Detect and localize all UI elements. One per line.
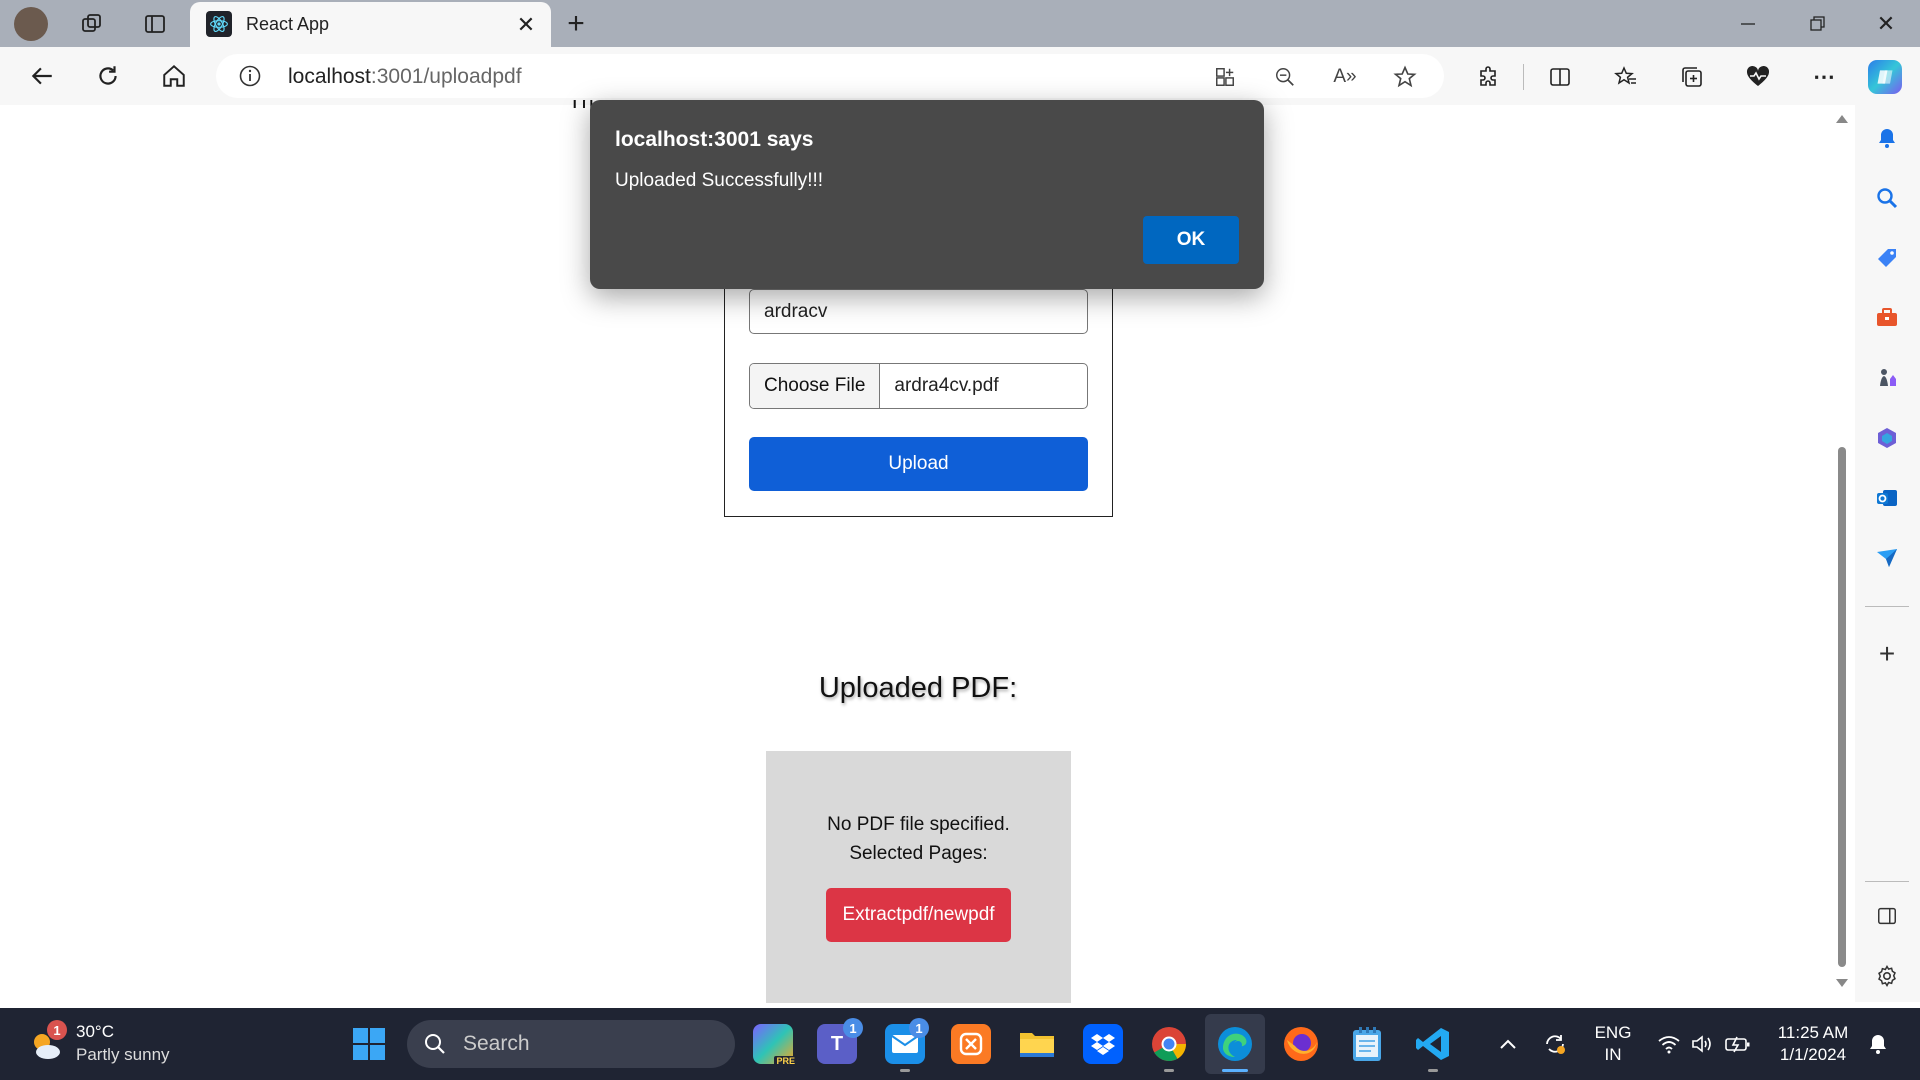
language-indicator[interactable]: ENG IN <box>1588 1022 1638 1066</box>
notification-center-bell-icon[interactable] <box>1864 1030 1892 1058</box>
tab-title: React App <box>246 14 330 34</box>
selected-file-name: ardra4cv.pdf <box>894 375 999 396</box>
shopping-tag-icon[interactable] <box>1872 243 1902 273</box>
close-tab-icon[interactable]: ✕ <box>514 12 538 37</box>
split-screen-icon[interactable] <box>1545 62 1575 92</box>
show-hidden-icons-chevron-icon[interactable] <box>1494 1030 1522 1058</box>
url-host: localhost <box>288 65 371 88</box>
sidebar-search-icon[interactable] <box>1872 183 1902 213</box>
vertical-tabs-icon[interactable] <box>139 8 171 40</box>
xampp-icon[interactable] <box>951 1024 991 1064</box>
read-aloud-icon[interactable]: A» <box>1332 64 1358 90</box>
selected-pages-label: Selected Pages: <box>849 843 988 864</box>
clock[interactable]: 11:25 AM 1/1/2024 <box>1770 1022 1856 1066</box>
new-tab-icon[interactable]: + <box>560 7 592 40</box>
scrollbar-thumb[interactable] <box>1838 447 1846 967</box>
clock-date: 1/1/2024 <box>1779 1045 1847 1064</box>
scroll-up-arrow-icon[interactable] <box>1834 112 1850 126</box>
wifi-icon[interactable] <box>1655 1030 1683 1058</box>
upload-button[interactable]: Upload <box>749 437 1088 491</box>
teams-badge: 1 <box>843 1018 863 1038</box>
zoom-out-icon[interactable] <box>1272 64 1298 90</box>
url-path: :3001/uploadpdf <box>370 65 522 88</box>
taskbar-search-box[interactable]: Search <box>407 1020 735 1068</box>
edge-running-indicator <box>1222 1069 1248 1072</box>
weather-widget[interactable]: 1 30°C Partly sunny <box>22 1018 182 1070</box>
notifications-bell-icon[interactable] <box>1872 123 1902 153</box>
vscode-icon[interactable] <box>1413 1024 1453 1064</box>
alert-message: Uploaded Successfully!!! <box>615 170 824 191</box>
alert-dialog: localhost:3001 says Uploaded Successfull… <box>590 100 1264 289</box>
volume-icon[interactable] <box>1689 1030 1717 1058</box>
taskbar-search-icon <box>423 1032 447 1056</box>
site-info-icon[interactable] <box>238 64 262 88</box>
windows-start-icon[interactable] <box>349 1024 389 1064</box>
games-chess-icon[interactable] <box>1872 363 1902 393</box>
profile-avatar[interactable] <box>14 7 48 41</box>
pdf-title-input[interactable]: ardracv <box>749 289 1088 334</box>
hide-sidebar-icon[interactable] <box>1872 901 1902 931</box>
drop-send-icon[interactable] <box>1872 543 1902 573</box>
edge-sidebar: + <box>1855 105 1920 1002</box>
taskbar-search-label: Search <box>463 1032 530 1055</box>
back-arrow-icon[interactable] <box>24 58 60 94</box>
restore-icon[interactable] <box>1797 8 1837 40</box>
copilot-icon[interactable] <box>1868 60 1902 94</box>
favorites-icon[interactable] <box>1611 62 1641 92</box>
edge-icon[interactable] <box>1215 1024 1255 1064</box>
pdf-preview-panel: No PDF file specified. Selected Pages: <box>766 751 1071 1003</box>
weather-desc: Partly sunny <box>76 1045 170 1064</box>
pdf-file-input[interactable]: Choose File ardra4cv.pdf <box>749 363 1088 409</box>
favorite-star-icon[interactable] <box>1392 64 1418 90</box>
mail-badge: 1 <box>909 1018 929 1038</box>
close-window-icon[interactable]: ✕ <box>1866 8 1906 40</box>
tools-briefcase-icon[interactable] <box>1872 303 1902 333</box>
uploaded-pdf-heading: Uploaded PDF: <box>818 672 1018 704</box>
sidebar-settings-gear-icon[interactable] <box>1872 961 1902 991</box>
file-explorer-icon[interactable] <box>1017 1024 1057 1064</box>
toolbar-divider <box>1523 64 1524 90</box>
weather-badge: 1 <box>47 1020 67 1040</box>
add-sidebar-app-icon[interactable]: + <box>1872 638 1902 669</box>
choose-file-button[interactable]: Choose File <box>750 364 881 408</box>
refresh-icon[interactable] <box>90 58 126 94</box>
tab-react-app[interactable]: React App ✕ <box>190 2 551 47</box>
address-bar[interactable]: localhost:3001/uploadpdf A» <box>216 54 1444 98</box>
collections-icon[interactable] <box>1677 62 1707 92</box>
battery-charging-icon[interactable] <box>1724 1030 1752 1058</box>
dropbox-icon[interactable] <box>1083 1024 1123 1064</box>
notepad-icon[interactable] <box>1347 1024 1387 1064</box>
home-icon[interactable] <box>156 58 192 94</box>
microsoft-365-icon[interactable] <box>1872 423 1902 453</box>
vscode-running-indicator <box>1428 1069 1438 1072</box>
app-available-icon[interactable] <box>1212 64 1238 90</box>
alert-title: localhost:3001 says <box>615 128 814 151</box>
sidebar-divider-bottom <box>1865 881 1909 882</box>
workspaces-icon[interactable] <box>76 8 108 40</box>
outlook-icon[interactable] <box>1872 483 1902 513</box>
react-logo-icon <box>206 11 232 37</box>
tab-strip: React App ✕ + ✕ <box>0 0 1920 47</box>
chrome-icon[interactable] <box>1149 1024 1189 1064</box>
alert-ok-button[interactable]: OK <box>1143 216 1239 264</box>
clock-time: 11:25 AM <box>1777 1023 1849 1042</box>
browser-essentials-icon[interactable] <box>1743 62 1773 92</box>
minimize-icon[interactable] <box>1728 8 1768 40</box>
mail-running-indicator <box>900 1069 910 1072</box>
language-region: IN <box>1604 1045 1622 1064</box>
weather-temp: 30°C <box>76 1022 114 1041</box>
language-code: ENG <box>1594 1023 1632 1042</box>
sync-icon[interactable] <box>1540 1029 1570 1059</box>
chrome-running-indicator <box>1164 1069 1174 1072</box>
more-options-icon[interactable]: ⋯ <box>1809 62 1839 92</box>
firefox-icon[interactable] <box>1281 1024 1321 1064</box>
scroll-down-arrow-icon[interactable] <box>1834 976 1850 990</box>
no-pdf-message: No PDF file specified. <box>827 814 1010 835</box>
copilot-preview-icon[interactable]: PRE <box>753 1024 797 1066</box>
extensions-icon[interactable] <box>1474 62 1504 92</box>
extract-pdf-button[interactable]: Extractpdf/newpdf <box>826 888 1011 942</box>
url-text[interactable]: localhost:3001/uploadpdf <box>288 65 522 89</box>
sidebar-divider <box>1865 606 1909 607</box>
